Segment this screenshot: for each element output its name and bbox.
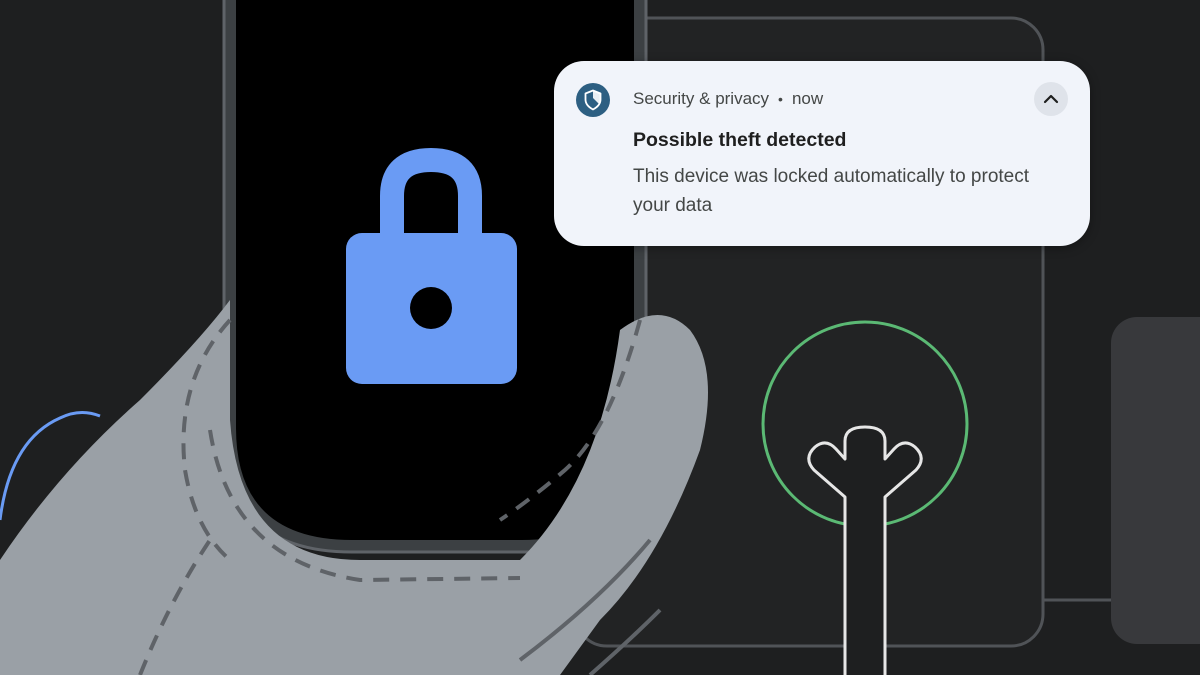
shield-icon [576,83,610,117]
app-name: Security & privacy [633,89,770,108]
shield-glyph [584,89,602,111]
chevron-up-icon [1043,94,1059,104]
notification-body: This device was locked automatically to … [633,166,1030,216]
header-separator: • [778,91,783,107]
illustration-canvas: Security & privacy • now Possible theft de… [0,0,1200,675]
theft-notification[interactable]: Security & privacy • now Possible theft de… [554,61,1090,246]
notification-title: Possible theft detected [633,129,847,151]
notification-timestamp: now [791,89,824,108]
notification-header: Security & privacy • now [633,89,823,109]
expand-collapse-button[interactable] [1034,82,1068,116]
side-device [1111,317,1200,644]
